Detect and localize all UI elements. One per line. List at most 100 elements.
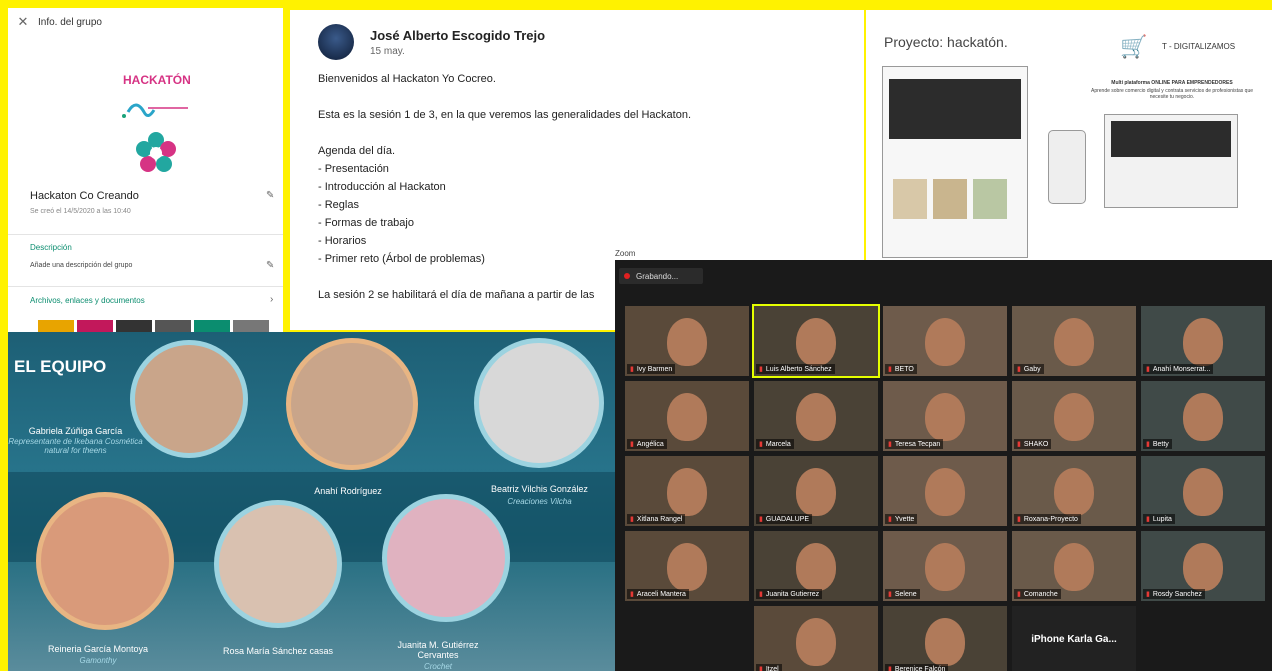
participant-name: Rosdy Sanchez	[1152, 591, 1202, 598]
participant-video	[796, 318, 836, 366]
member-name: Juanita M. Gutiérrez Cervantes	[397, 640, 479, 660]
group-name: Hackaton Co Creando	[30, 190, 139, 202]
phone-mockup	[1048, 130, 1086, 204]
participant-label: ▮ Gaby	[1014, 364, 1044, 374]
divider	[8, 234, 283, 235]
participant-name: Itzel	[765, 666, 779, 671]
member-name: Rosa María Sánchez casas	[222, 646, 334, 656]
post-line: - Horarios	[318, 235, 367, 247]
participant-tile[interactable]: ▮ Gaby	[1012, 306, 1136, 376]
participant-tile[interactable]: ▮ Berenice Falcón	[883, 606, 1007, 671]
member-name: Reineria García Montoya	[47, 644, 149, 654]
participant-tile[interactable]: ▮ Ivy Barmen	[625, 306, 749, 376]
participant-label: ▮ Juanita Gutierrez	[756, 589, 823, 599]
edit-description-pencil-icon[interactable]: ✎	[266, 260, 274, 271]
participant-video	[667, 393, 707, 441]
description-placeholder[interactable]: Añade una descripción del grupo	[30, 262, 132, 269]
post-line: - Presentación	[318, 163, 389, 175]
participant-tile[interactable]: ▮ BETO	[883, 306, 1007, 376]
participant-label: ▮ BETO	[885, 364, 917, 374]
participant-video	[1054, 468, 1094, 516]
group-logo-flower-icon	[136, 132, 176, 172]
muted-mic-icon: ▮	[888, 516, 892, 523]
participant-video	[1183, 543, 1223, 591]
participant-tile[interactable]: iPhone Karla Ga...	[1012, 606, 1136, 671]
participant-video	[667, 543, 707, 591]
member-photo	[214, 500, 342, 628]
participant-name: Selene	[894, 591, 917, 598]
participant-name: Gaby	[1023, 366, 1041, 373]
hackaton-logo-mark	[122, 103, 188, 118]
participant-tile[interactable]: ▮ Luis Alberto Sánchez	[752, 304, 880, 378]
member-role: Crochet	[423, 662, 452, 671]
participant-name: Comanche	[1023, 591, 1058, 598]
recording-label: Grabando...	[636, 271, 679, 281]
participant-tile[interactable]: ▮ Marcela	[754, 381, 878, 451]
participant-video	[796, 468, 836, 516]
participant-name: Angélica	[636, 441, 664, 448]
close-icon[interactable]: ✕	[8, 14, 38, 30]
muted-mic-icon: ▮	[630, 516, 634, 523]
participant-video	[796, 618, 836, 666]
participant-label: ▮ Luis Alberto Sánchez	[756, 364, 835, 374]
chevron-right-icon[interactable]: ›	[270, 294, 273, 305]
participant-name: Juanita Gutierrez	[765, 591, 820, 598]
participant-tile[interactable]: ▮ Selene	[883, 531, 1007, 601]
post-date: 15 may.	[370, 46, 405, 57]
participant-tile[interactable]: ▮ Angélica	[625, 381, 749, 451]
participant-label: ▮ SHAKO	[1014, 439, 1052, 449]
participant-tile[interactable]: ▮ SHAKO	[1012, 381, 1136, 451]
muted-mic-icon: ▮	[888, 591, 892, 598]
muted-mic-icon: ▮	[1146, 591, 1150, 598]
member-role: Representante de Ikebana Cosmética natur…	[8, 437, 143, 455]
muted-mic-icon: ▮	[759, 516, 763, 523]
participant-name: Ivy Barmen	[636, 366, 673, 373]
team-heading: EL EQUIPO	[14, 357, 107, 376]
participant-video	[925, 468, 965, 516]
recording-indicator[interactable]: Grabando...	[619, 268, 703, 284]
participant-tile[interactable]: ▮ Xitlana Rangel	[625, 456, 749, 526]
participant-tile[interactable]: ▮ Rosdy Sanchez	[1141, 531, 1265, 601]
participant-name: Araceli Mantera	[636, 591, 686, 598]
participant-tile[interactable]: ▮ Anahí Monserrat...	[1141, 306, 1265, 376]
participant-video	[1054, 393, 1094, 441]
participant-tile[interactable]: ▮ Betty	[1141, 381, 1265, 451]
participant-label: ▮ GUADALUPE	[756, 514, 813, 524]
muted-mic-icon: ▮	[630, 366, 634, 373]
files-links-docs-link[interactable]: Archivos, enlaces y documentos	[30, 296, 145, 305]
participant-video	[1054, 318, 1094, 366]
edit-name-pencil-icon[interactable]: ✎	[266, 190, 274, 201]
member-photo	[130, 340, 248, 458]
participant-tile[interactable]: ▮ Yvette	[883, 456, 1007, 526]
member-role: Gamonthy	[79, 656, 117, 665]
participant-name: Luis Alberto Sánchez	[765, 366, 832, 373]
participant-tile[interactable]: ▮ Araceli Mantera	[625, 531, 749, 601]
website-mockup	[882, 66, 1028, 258]
participant-label: ▮ Angélica	[627, 439, 667, 449]
participant-video	[925, 543, 965, 591]
muted-mic-icon: ▮	[1017, 516, 1021, 523]
group-created-date: Se creó el 14/5/2020 a las 10:40	[30, 208, 131, 215]
member-photo	[382, 494, 510, 622]
muted-mic-icon: ▮	[1146, 441, 1150, 448]
shopping-cart-icon: 🛒	[1120, 34, 1148, 59]
participant-tile[interactable]: ▮ Juanita Gutierrez	[754, 531, 878, 601]
participant-tile[interactable]: ▮ Lupita	[1141, 456, 1265, 526]
participant-video	[925, 393, 965, 441]
participant-tile[interactable]: ▮ GUADALUPE	[754, 456, 878, 526]
participant-name: GUADALUPE	[765, 516, 810, 523]
project-tagline-bold: Multi plataforma ONLINE PARA EMPRENDEDOR…	[1111, 80, 1233, 86]
group-info-header: ✕ Info. del grupo	[8, 8, 283, 36]
participant-tile[interactable]: ▮ Roxana-Proyecto	[1012, 456, 1136, 526]
member-name: Beatriz Vilchis González	[491, 484, 588, 494]
participant-name: Yvette	[894, 516, 915, 523]
author-avatar[interactable]	[318, 24, 354, 60]
participant-label: ▮ Araceli Mantera	[627, 589, 689, 599]
participant-video	[667, 318, 707, 366]
participant-tile[interactable]: ▮ Itzel	[754, 606, 878, 671]
participant-tile[interactable]: ▮ Comanche	[1012, 531, 1136, 601]
laptop-mockup	[1104, 114, 1238, 208]
participant-label: ▮ Ivy Barmen	[627, 364, 676, 374]
participant-tile[interactable]: ▮ Teresa Tecpan	[883, 381, 1007, 451]
post-line: Esta es la sesión 1 de 3, en la que vere…	[318, 109, 692, 121]
